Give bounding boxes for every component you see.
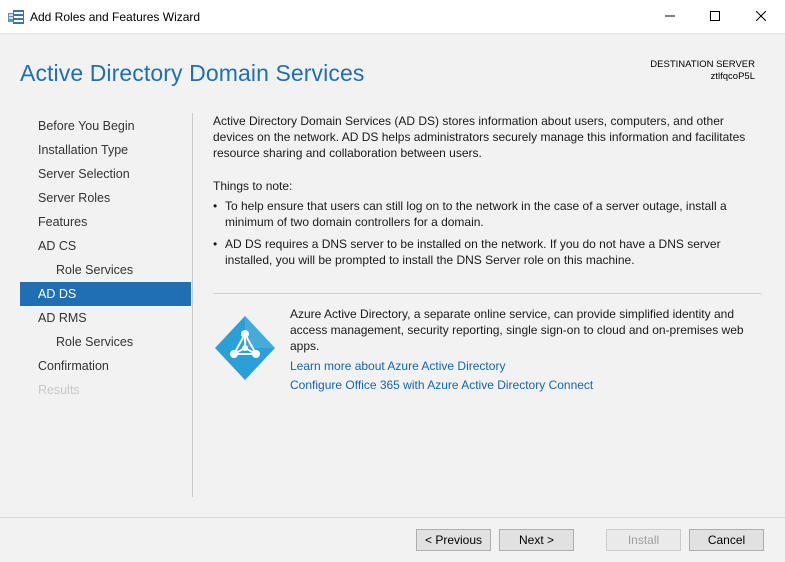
minimize-icon — [665, 10, 675, 24]
nav-item-confirmation[interactable]: Confirmation — [20, 354, 191, 378]
destination-server-name: ztlfqcoP5L — [710, 71, 755, 82]
nav-item-results: Results — [38, 383, 80, 397]
destination-server-label: DESTINATION SERVER — [650, 59, 755, 70]
nav-item-ad-rms-role-services[interactable]: Role Services — [20, 330, 191, 354]
close-icon — [755, 10, 767, 24]
server-manager-icon — [8, 10, 24, 24]
minimize-button[interactable] — [647, 0, 693, 34]
title-bar: Add Roles and Features Wizard — [0, 0, 785, 34]
intro-text: Active Directory Domain Services (AD DS)… — [213, 114, 746, 160]
maximize-icon — [710, 10, 720, 24]
wizard-nav: Before You Begin Installation Type Serve… — [20, 114, 191, 402]
close-button[interactable] — [738, 0, 784, 34]
azure-active-directory-icon — [213, 314, 277, 382]
nav-item-server-roles[interactable]: Server Roles — [20, 186, 191, 210]
content-divider — [213, 293, 761, 294]
wizard-client-area: Active Directory Domain Services DESTINA… — [0, 34, 785, 562]
nav-item-ad-rms[interactable]: AD RMS — [20, 306, 191, 330]
nav-item-ad-ds[interactable]: AD DS — [20, 282, 191, 306]
nav-item-server-selection[interactable]: Server Selection — [20, 162, 191, 186]
nav-item-features[interactable]: Features — [20, 210, 191, 234]
next-button[interactable]: Next > — [499, 529, 574, 551]
learn-more-azure-link[interactable]: Learn more about Azure Active Directory — [290, 359, 505, 373]
nav-item-ad-cs-role-services[interactable]: Role Services — [20, 258, 191, 282]
main-content: Active Directory Domain Services (AD DS)… — [213, 113, 763, 274]
nav-divider — [192, 113, 193, 497]
nav-item-installation-type[interactable]: Installation Type — [20, 138, 191, 162]
window-title: Add Roles and Features Wizard — [30, 10, 201, 24]
note-item: To help ensure that users can still log … — [213, 198, 763, 230]
things-to-note-heading: Things to note: — [213, 179, 293, 193]
notes-list: To help ensure that users can still log … — [213, 198, 763, 268]
nav-item-ad-cs[interactable]: AD CS — [20, 234, 191, 258]
note-item: AD DS requires a DNS server to be instal… — [213, 236, 763, 268]
nav-item-before-you-begin[interactable]: Before You Begin — [20, 114, 191, 138]
install-button: Install — [606, 529, 681, 551]
cancel-button[interactable]: Cancel — [689, 529, 764, 551]
page-title: Active Directory Domain Services — [20, 60, 365, 86]
footer-divider — [0, 517, 785, 518]
configure-office365-link[interactable]: Configure Office 365 with Azure Active D… — [290, 378, 593, 392]
previous-button[interactable]: < Previous — [416, 529, 491, 551]
maximize-button[interactable] — [692, 0, 738, 34]
azure-description: Azure Active Directory, a separate onlin… — [290, 307, 744, 353]
